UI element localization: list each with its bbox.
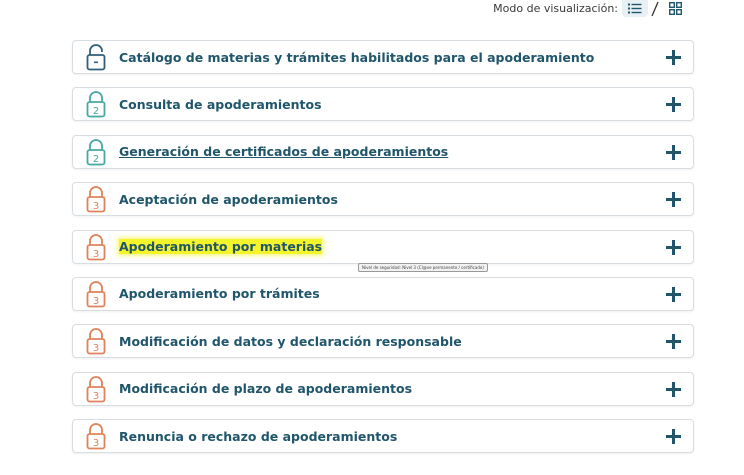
procedure-title[interactable]: Apoderamiento por materias <box>119 239 323 255</box>
plus-icon[interactable] <box>666 334 681 350</box>
plus-icon[interactable] <box>666 239 681 255</box>
padlock-level-2-icon: 2 <box>86 138 106 166</box>
svg-text:3: 3 <box>93 249 99 260</box>
svg-text:3: 3 <box>93 391 99 402</box>
procedure-item[interactable]: 3 Apoderamiento por materias <box>72 229 694 264</box>
procedure-item[interactable]: 3 Apoderamiento por trámites <box>72 276 694 311</box>
procedure-item[interactable]: 3 Aceptación de apoderamientos <box>72 182 694 217</box>
procedure-title[interactable]: Modificación de plazo de apoderamientos <box>119 381 412 396</box>
procedure-item[interactable]: 3 Renuncia o rechazo de apoderamientos <box>72 419 694 454</box>
svg-text:3: 3 <box>93 201 99 212</box>
padlock-level-3-icon: 3 <box>86 375 106 403</box>
svg-text:3: 3 <box>93 343 99 354</box>
svg-text:2: 2 <box>93 154 99 165</box>
padlock-level-3-icon: 3 <box>86 186 106 213</box>
view-mode-selector: Modo de visualización: <box>493 0 744 17</box>
padlock-level-3-icon: 3 <box>86 281 106 308</box>
procedure-title[interactable]: Catálogo de materias y trámites habilita… <box>119 50 594 65</box>
plus-icon[interactable] <box>666 286 681 302</box>
view-mode-separator <box>648 0 662 17</box>
security-level-tooltip: Nivel de seguridad: Nivel 3 (Cl@ve perma… <box>358 263 488 272</box>
procedure-item[interactable]: 2 Generación de certificados de apoderami… <box>72 134 694 169</box>
padlock-level-3-icon: 3 <box>86 233 106 260</box>
svg-text:3: 3 <box>93 296 99 307</box>
list-view-button[interactable] <box>622 0 648 17</box>
padlock-level-3-icon: 3 <box>86 423 106 450</box>
procedure-title[interactable]: Renuncia o rechazo de apoderamientos <box>119 429 397 444</box>
procedure-item[interactable]: 3 Modificación de datos y declaración res… <box>72 324 694 359</box>
procedure-title[interactable]: Apoderamiento por trámites <box>119 286 320 301</box>
padlock-level-2-icon: 2 <box>86 91 106 118</box>
grid-view-button[interactable] <box>662 0 688 17</box>
procedure-item[interactable]: 3 Modificación de plazo de apoderamientos <box>72 371 694 406</box>
plus-icon[interactable] <box>666 144 681 160</box>
svg-text:2: 2 <box>93 106 99 117</box>
procedure-item[interactable]: Catálogo de materias y trámites habilita… <box>72 40 694 74</box>
unlocked-padlock-icon <box>86 44 106 71</box>
procedure-title[interactable]: Generación de certificados de apoderamie… <box>119 144 448 159</box>
procedure-title[interactable]: Consulta de apoderamientos <box>119 97 322 112</box>
procedure-title[interactable]: Modificación de datos y declaración resp… <box>119 334 462 349</box>
padlock-level-3-icon: 3 <box>86 328 106 355</box>
list-icon <box>628 3 642 14</box>
procedure-item[interactable]: 2 Consulta de apoderamientos <box>72 87 694 122</box>
plus-icon[interactable] <box>666 97 681 113</box>
svg-text:3: 3 <box>93 438 99 449</box>
grid-icon <box>668 2 682 15</box>
plus-icon[interactable] <box>666 381 681 397</box>
plus-icon[interactable] <box>666 50 681 65</box>
plus-icon[interactable] <box>666 429 681 445</box>
procedure-title[interactable]: Aceptación de apoderamientos <box>119 192 338 207</box>
procedures-list: Catálogo de materias y trámites habilita… <box>72 40 694 467</box>
view-mode-label: Modo de visualización: <box>493 2 618 15</box>
plus-icon[interactable] <box>666 192 681 208</box>
